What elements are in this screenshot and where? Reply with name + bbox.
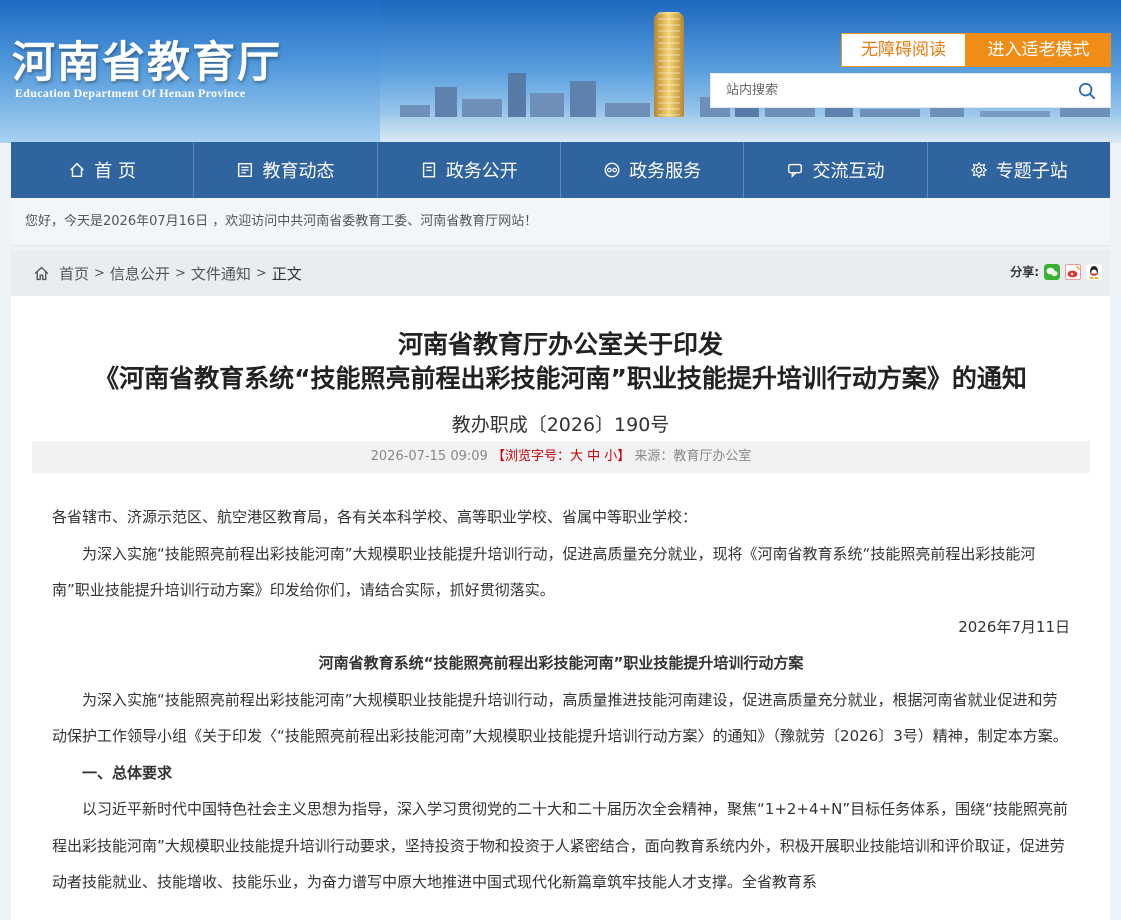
nav-item-label: 政务服务 [629, 161, 702, 182]
news-icon [238, 163, 253, 177]
weibo-icon[interactable] [1065, 263, 1081, 280]
breadcrumb-separator: > [174, 265, 186, 281]
article-main: 河南省教育厅办公室关于印发 《河南省教育系统“技能照亮前程出彩技能河南”职业技能… [11, 296, 1110, 920]
publish-date: 2026-07-15 09:09 [370, 449, 488, 464]
breadcrumb: 首页 > 信息公开 > 文件通知 > 正文 分享: [11, 250, 1110, 296]
article-paragraph: 各省辖市、济源示范区、航空港区教育局，各有关本科学校、高等职业学校、省属中等职业… [52, 508, 698, 526]
nav-item-gov-service[interactable]: 政务服务 [561, 142, 745, 198]
site-logo[interactable]: 河南省教育厅 [12, 28, 282, 90]
nav-item-news[interactable]: 教育动态 [194, 142, 378, 198]
nav-item-interaction[interactable]: 交流互动 [744, 142, 928, 198]
doc-icon [422, 162, 435, 178]
accessible-reading-button[interactable]: 无障碍阅读 [841, 33, 966, 67]
nav-item-label: 专题子站 [995, 161, 1068, 182]
article-paragraph: 为深入实施“技能照亮前程出彩技能河南”大规模职业技能提升培训行动，促进高质量充分… [52, 544, 1036, 600]
article-paragraph: 以习近平新时代中国特色社会主义思想为指导，深入学习贯彻党的二十大和二十届历次全会… [52, 800, 1068, 891]
home-icon [70, 162, 85, 178]
site-logo-en: Education Department Of Henan Province [15, 86, 246, 100]
breadcrumb-home[interactable]: 首页 [59, 263, 89, 284]
nav-item-label: 首 页 [94, 161, 137, 182]
font-size-switch[interactable]: 【浏览字号：大 中 小】 [492, 449, 630, 464]
share-bar: 分享: [1010, 263, 1102, 280]
search-icon[interactable] [1078, 82, 1096, 100]
home-icon [34, 266, 49, 280]
breadcrumb-notices[interactable]: 文件通知 [191, 263, 251, 284]
search-box [710, 73, 1111, 108]
breadcrumb-separator: > [255, 265, 267, 281]
article-title-line2: 《河南省教育系统“技能照亮前程出彩技能河南”职业技能提升培训行动方案》的通知 [94, 364, 1027, 393]
welcome-bar: 您好，今天是2026年07月16日 ，欢迎访问中共河南省委教育工委、河南省教育厅… [11, 198, 1110, 246]
site-icon [970, 161, 988, 179]
main-nav: 首 页 教育动态 政务公开 政务服务 交流互动 专题子站 [11, 142, 1110, 198]
site-header: 河南省教育厅 Education Department Of Henan Pro… [0, 0, 1121, 143]
elder-mode-button[interactable]: 进入适老模式 [966, 33, 1111, 67]
document-number: 教办职成〔2026〕190号 [451, 414, 670, 436]
nav-item-gov-open[interactable]: 政务公开 [378, 142, 561, 198]
qq-icon[interactable] [1086, 263, 1102, 280]
search-input[interactable] [711, 74, 1071, 107]
article-source: 来源：教育厅办公室 [634, 449, 752, 464]
article-paragraph: 一、总体要求 [82, 763, 173, 782]
article-paragraph: 河南省教育系统“技能照亮前程出彩技能河南”职业技能提升培训行动方案 [318, 654, 804, 672]
breadcrumb-current: 正文 [271, 264, 302, 283]
nav-item-subsites[interactable]: 专题子站 [928, 142, 1110, 198]
article-body: 各省辖市、济源示范区、航空港区教育局，各有关本科学校、高等职业学校、省属中等职业… [52, 499, 1070, 901]
nav-item-label: 交流互动 [812, 161, 885, 182]
nav-item-label: 政务公开 [445, 161, 518, 182]
article-paragraph: 为深入实施“技能照亮前程出彩技能河南”大规模职业技能提升培训行动，高质量推进技能… [52, 690, 1068, 746]
tower-image [654, 12, 684, 117]
article-paragraph: 2026年7月11日 [958, 617, 1070, 636]
share-label: 分享: [1010, 265, 1039, 279]
breadcrumb-info[interactable]: 信息公开 [110, 263, 170, 284]
nav-item-label: 教育动态 [262, 161, 335, 182]
chat-icon [788, 163, 803, 178]
article-title-line1: 河南省教育厅办公室关于印发 [397, 330, 723, 359]
service-icon [604, 162, 620, 178]
wechat-icon[interactable] [1044, 263, 1060, 280]
breadcrumb-separator: > [94, 265, 105, 281]
nav-item-home[interactable]: 首 页 [11, 142, 195, 198]
article-meta: 2026-07-15 09:09 【浏览字号：大 中 小】 来源：教育厅办公室 [32, 441, 1090, 473]
